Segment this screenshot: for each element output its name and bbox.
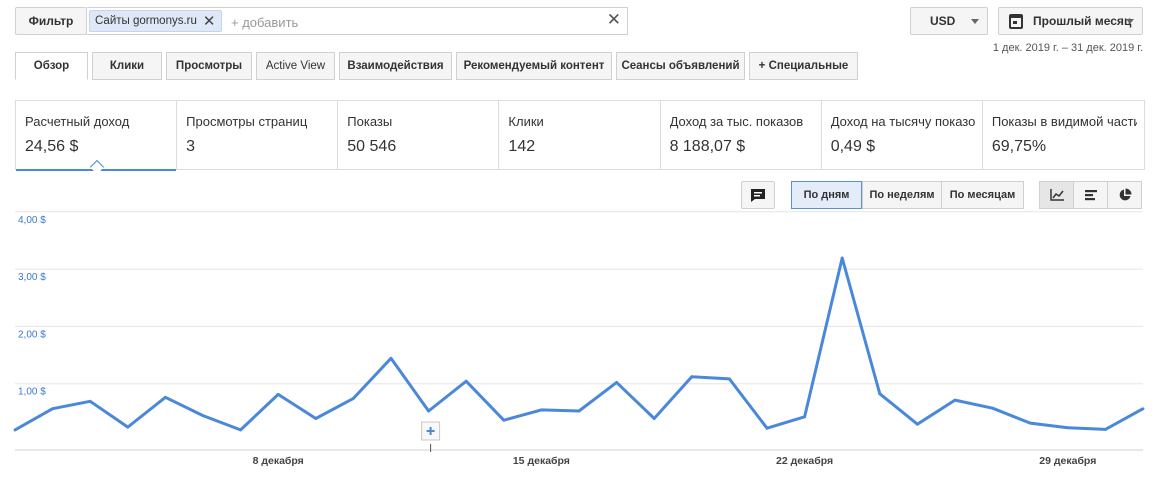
data-point[interactable] [916, 422, 919, 426]
data-point[interactable] [1141, 407, 1145, 411]
data-point[interactable] [953, 398, 957, 402]
data-point[interactable] [201, 414, 205, 418]
filter-chip[interactable]: Сайты gormonys.ru ✕ [89, 10, 223, 32]
metric-label: Показы [347, 114, 393, 129]
data-point[interactable] [126, 425, 130, 429]
tab-overview[interactable]: Обзор [15, 52, 88, 80]
comment-icon [751, 188, 765, 202]
data-point[interactable] [577, 409, 581, 413]
line-chart-icon [1049, 189, 1064, 201]
line-view-button[interactable] [1039, 181, 1074, 209]
pie-chart-icon [1119, 188, 1131, 201]
data-point[interactable] [540, 408, 543, 412]
metric-rpm[interactable]: Доход за тыс. показов 8 188,07 $ [661, 101, 822, 169]
data-point[interactable] [352, 397, 355, 400]
data-point[interactable] [878, 392, 882, 396]
series-line [14, 256, 1144, 432]
x-tick-label: 29 декабря [1039, 455, 1096, 467]
data-point[interactable] [728, 377, 731, 381]
data-point[interactable] [502, 418, 506, 422]
data-point[interactable] [427, 409, 430, 413]
tab-recommended-content[interactable]: Рекомендуемый контент [456, 52, 612, 80]
tab-ad-sessions[interactable]: Сеансы объявлений [616, 52, 745, 80]
tab-interactions[interactable]: Взаимодействия [339, 52, 452, 80]
x-tick-label: 22 декабря [776, 455, 833, 467]
metric-viewability[interactable]: Показы в видимой части 69,75% [983, 101, 1144, 169]
chevron-down-icon [1126, 19, 1134, 24]
add-filter-input[interactable] [229, 13, 589, 31]
chevron-down-icon [971, 19, 979, 24]
date-range: 1 дек. 2019 г. – 31 дек. 2019 г. [992, 42, 1143, 54]
data-point[interactable] [765, 426, 769, 430]
metric-clicks[interactable]: Клики 142 [499, 101, 661, 169]
metric-value: 0,49 $ [830, 138, 876, 155]
data-point[interactable] [88, 399, 92, 403]
metric-value: 142 [508, 138, 536, 155]
data-point[interactable] [1104, 427, 1107, 431]
x-tick-label: 15 декабря [513, 455, 570, 467]
data-point[interactable] [13, 428, 17, 432]
metric-label: Показы в видимой части [991, 114, 1137, 129]
bar-view-button[interactable] [1073, 181, 1108, 209]
metric-label: Доход на тысячу показов [830, 114, 976, 129]
period-select[interactable]: Прошлый месяц [998, 7, 1143, 35]
filter-bar: Сайты gormonys.ru ✕ ✕ [87, 7, 628, 35]
data-point[interactable] [464, 379, 468, 383]
tab-custom[interactable]: + Специальные [749, 52, 858, 80]
granularity-day-button[interactable]: По дням [791, 181, 862, 209]
metric-label: Доход за тыс. показов [669, 114, 804, 129]
calendar-icon [1009, 13, 1023, 29]
filter-button[interactable]: Фильтр [15, 7, 87, 35]
tab-clicks[interactable]: Клики [92, 52, 162, 80]
y-tick-label: 3,00 $ [18, 272, 46, 283]
data-point[interactable] [652, 417, 656, 420]
filter-chip-label: Сайты gormonys.ru [95, 15, 197, 27]
granularity-week-button[interactable]: По неделям [862, 181, 942, 209]
revenue-line-chart: 1,00 $ 2,00 $ 3,00 $ 4,00 $ 8 декабря 15 дека… [13, 211, 1145, 467]
data-point[interactable] [840, 256, 844, 260]
data-point[interactable] [991, 406, 994, 410]
metric-label: Просмотры страниц [186, 114, 308, 129]
data-point[interactable] [239, 428, 243, 432]
y-tick-label: 4,00 $ [18, 215, 46, 226]
data-point[interactable] [164, 395, 167, 399]
annotations-button[interactable] [741, 181, 775, 209]
currency-value: USD [930, 14, 956, 28]
metric-value: 3 [186, 138, 196, 155]
metric-page-views[interactable]: Просмотры страниц 3 [177, 101, 339, 169]
metric-value: 69,75% [991, 138, 1047, 155]
clear-filter-icon[interactable]: ✕ [607, 10, 621, 30]
metric-label: Расчетный доход [25, 114, 130, 129]
currency-select[interactable]: USD [910, 7, 988, 35]
metrics-row: Расчетный доход 24,56 $ Просмотры страни… [15, 100, 1145, 171]
metric-value: 8 188,07 $ [669, 138, 746, 155]
y-tick-label: 1,00 $ [18, 387, 46, 398]
data-point[interactable] [314, 417, 318, 420]
data-point[interactable] [690, 375, 694, 379]
x-tick-label: 8 декабря [253, 455, 304, 467]
remove-chip-icon[interactable]: ✕ [203, 14, 216, 29]
data-point[interactable] [1066, 426, 1070, 430]
y-tick-label: 2,00 $ [18, 329, 46, 340]
granularity-month-button[interactable]: По месяцам [941, 181, 1024, 209]
metric-impression-rpm[interactable]: Доход на тысячу показов 0,49 $ [822, 101, 983, 169]
data-point[interactable] [803, 415, 806, 419]
metric-value: 50 546 [347, 138, 397, 155]
data-point[interactable] [1028, 421, 1032, 425]
tab-views[interactable]: Просмотры [166, 52, 252, 80]
metric-impressions[interactable]: Показы 50 546 [338, 101, 500, 169]
metric-value: 24,56 $ [25, 138, 79, 155]
data-point[interactable] [389, 356, 393, 360]
data-point[interactable] [51, 407, 54, 411]
period-value: Прошлый месяц [1033, 14, 1132, 28]
metric-label: Клики [508, 114, 544, 129]
bar-chart-icon [1084, 190, 1097, 201]
tab-active-view[interactable]: Active View [256, 52, 335, 80]
data-point[interactable] [615, 380, 618, 384]
pie-view-button[interactable] [1107, 181, 1142, 209]
data-point[interactable] [276, 393, 280, 396]
